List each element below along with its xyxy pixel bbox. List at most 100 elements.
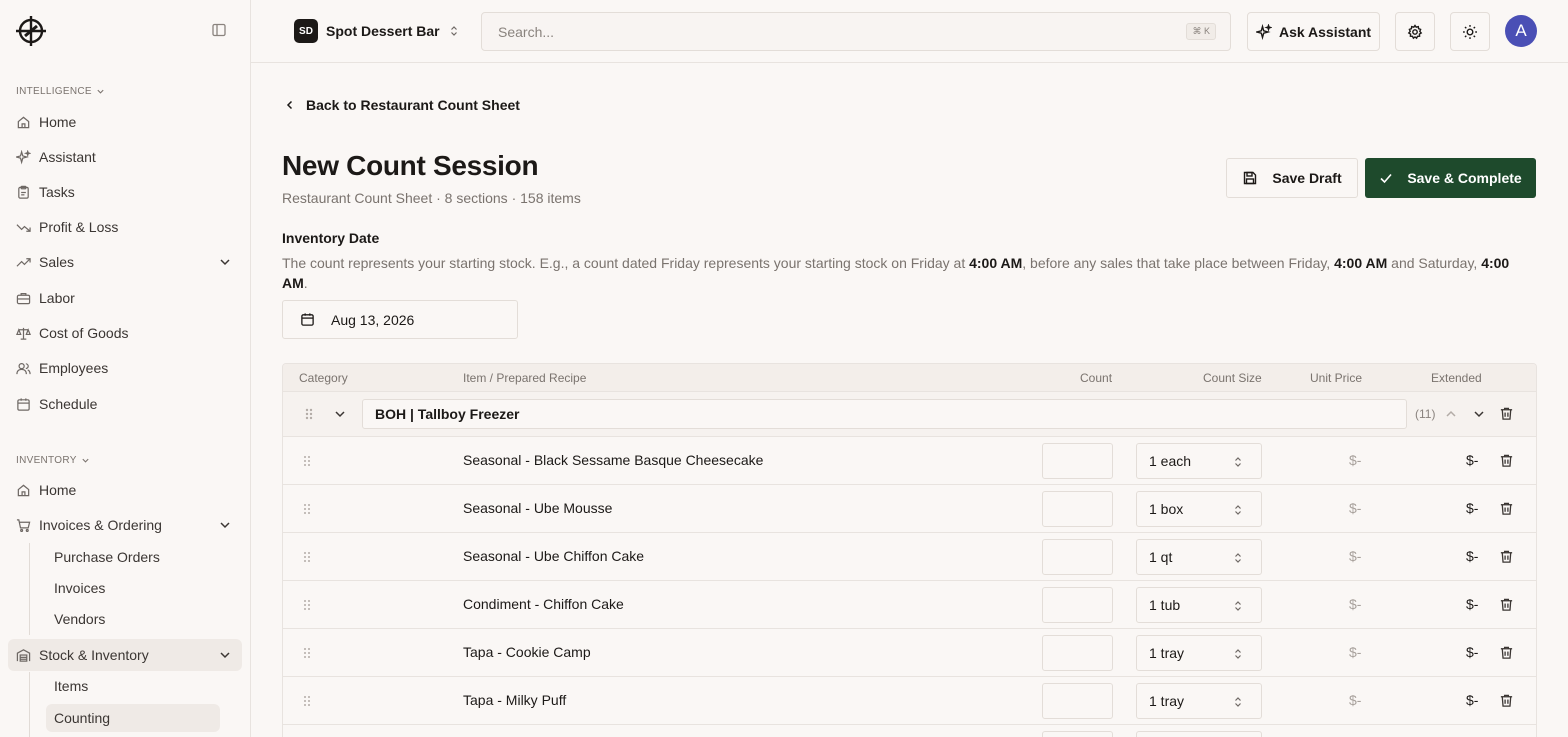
sidebar-subitem-counting[interactable]: Counting <box>46 704 220 732</box>
org-badge: SD <box>294 19 318 43</box>
trash-icon[interactable] <box>1499 453 1513 467</box>
item-name: Tapa - Cookie Camp <box>463 644 591 660</box>
sidebar-item-home[interactable]: Home <box>8 107 242 137</box>
sidebar-item-stock-inventory[interactable]: Stock & Inventory <box>8 639 242 671</box>
sidebar-toggle-icon[interactable] <box>211 22 231 42</box>
extended-value: $- <box>1466 548 1479 564</box>
chevron-down-icon <box>82 458 89 463</box>
trash-icon[interactable] <box>1499 501 1513 515</box>
sidebar-item-sales[interactable]: Sales <box>8 247 242 277</box>
chevron-down-icon[interactable] <box>333 407 347 421</box>
trash-icon[interactable] <box>1499 597 1513 611</box>
drag-handle-icon[interactable] <box>301 550 313 564</box>
unit-price: $- <box>1349 452 1362 468</box>
sidebar-subitem-label: Invoices <box>54 580 106 596</box>
count-size-value: 1 each <box>1149 453 1192 469</box>
back-link[interactable]: Back to Restaurant Count Sheet <box>284 97 520 113</box>
inventory-date-picker[interactable]: Aug 13, 2026 <box>282 300 518 339</box>
table-header: Category Item / Prepared Recipe Count Co… <box>283 364 1536 392</box>
sidebar-item-cost-of-goods[interactable]: Cost of Goods <box>8 318 242 348</box>
inventory-section-label[interactable]: INVENTORY <box>16 455 90 466</box>
home-icon <box>16 115 31 130</box>
sidebar-item-label: Invoices & Ordering <box>39 517 162 533</box>
avatar[interactable]: A <box>1505 15 1537 47</box>
count-size-select[interactable]: 1 qt <box>1136 539 1262 575</box>
trash-icon[interactable] <box>1499 549 1513 563</box>
sidebar-item-tasks[interactable]: Tasks <box>8 177 242 207</box>
trash-icon[interactable] <box>1499 406 1513 420</box>
sidebar-item-label: Cost of Goods <box>39 325 129 341</box>
save-complete-label: Save & Complete <box>1407 170 1522 186</box>
save-complete-button[interactable]: Save & Complete <box>1365 158 1536 198</box>
count-size-select[interactable]: 1 tray <box>1136 635 1262 671</box>
drag-handle-icon[interactable] <box>301 502 313 516</box>
gear-icon <box>1407 23 1423 40</box>
sidebar-item-schedule[interactable]: Schedule <box>8 389 242 419</box>
table-row <box>283 725 1536 737</box>
count-input[interactable] <box>1042 539 1113 575</box>
users-icon <box>16 361 31 376</box>
sidebar-item-label: Profit & Loss <box>39 219 119 235</box>
trash-icon[interactable] <box>1499 693 1513 707</box>
chevron-up-down-icon <box>1232 552 1244 564</box>
cart-icon <box>16 518 31 533</box>
ask-assistant-button[interactable]: Ask Assistant <box>1247 12 1380 51</box>
chevron-down-icon[interactable] <box>1472 407 1486 421</box>
item-name: Tapa - Milky Puff <box>463 692 567 708</box>
logo-icon[interactable] <box>14 14 48 48</box>
submenu-guide-line <box>29 543 30 635</box>
count-size-select[interactable]: 1 tub <box>1136 587 1262 623</box>
count-size-value: 1 tray <box>1149 693 1185 709</box>
sidebar-item-profit-loss[interactable]: Profit & Loss <box>8 212 242 242</box>
chevron-down-icon[interactable] <box>218 648 232 662</box>
sidebar-item-invoices-ordering[interactable]: Invoices & Ordering <box>8 510 242 540</box>
intelligence-section-label[interactable]: INTELLIGENCE <box>16 86 105 97</box>
calendar-icon <box>300 312 315 327</box>
drag-handle-icon[interactable] <box>301 694 313 708</box>
category-group-row: BOH | Tallboy Freezer (11) <box>283 392 1536 437</box>
category-item-count: (11) <box>1415 407 1436 421</box>
drag-handle-icon[interactable] <box>301 646 313 660</box>
search-input[interactable]: Search... ⌘ K <box>481 12 1231 51</box>
sidebar-item-assistant[interactable]: Assistant <box>8 142 242 172</box>
count-size-select[interactable]: 1 tray <box>1136 683 1262 719</box>
sidebar-subitem-items[interactable]: Items <box>46 672 220 700</box>
count-input[interactable] <box>1042 587 1113 623</box>
sidebar-subitem-vendors[interactable]: Vendors <box>46 605 220 633</box>
sidebar-subitem-invoices[interactable]: Invoices <box>46 574 220 602</box>
count-input[interactable] <box>1042 635 1113 671</box>
save-draft-button[interactable]: Save Draft <box>1226 158 1358 198</box>
chevron-up-down-icon <box>1232 504 1244 516</box>
table-row: Condiment - Chiffon Cake 1 tub $- $- <box>283 581 1536 629</box>
table-row: Seasonal - Ube Chiffon Cake 1 qt $- $- <box>283 533 1536 581</box>
sidebar-subitem-label: Items <box>54 678 89 694</box>
count-size-select[interactable]: 1 each <box>1136 443 1262 479</box>
save-draft-label: Save Draft <box>1272 170 1342 186</box>
sidebar-item-labor[interactable]: Labor <box>8 283 242 313</box>
count-size-select[interactable] <box>1136 731 1262 737</box>
theme-toggle-button[interactable] <box>1450 12 1490 51</box>
sidebar-item-employees[interactable]: Employees <box>8 353 242 383</box>
count-input[interactable] <box>1042 491 1113 527</box>
chevron-down-icon[interactable] <box>218 255 232 269</box>
chevron-down-icon[interactable] <box>218 518 232 532</box>
extended-value: $- <box>1466 692 1479 708</box>
sidebar-subitem-purchase-orders[interactable]: Purchase Orders <box>46 543 220 571</box>
chevron-up-icon[interactable] <box>1444 407 1458 421</box>
inventory-date-label: Inventory Date <box>282 230 380 246</box>
unit-price: $- <box>1349 596 1362 612</box>
category-name-input[interactable]: BOH | Tallboy Freezer <box>362 399 1407 429</box>
count-input[interactable] <box>1042 731 1113 737</box>
count-input[interactable] <box>1042 683 1113 719</box>
count-size-select[interactable]: 1 box <box>1136 491 1262 527</box>
org-switcher[interactable]: SD Spot Dessert Bar <box>294 19 460 43</box>
item-name: Seasonal - Black Sessame Basque Cheeseca… <box>463 452 764 468</box>
drag-handle-icon[interactable] <box>303 407 315 421</box>
count-input[interactable] <box>1042 443 1113 479</box>
drag-handle-icon[interactable] <box>301 598 313 612</box>
trash-icon[interactable] <box>1499 645 1513 659</box>
sun-icon <box>1462 24 1478 40</box>
sidebar-item-inventory-home[interactable]: Home <box>8 475 242 505</box>
drag-handle-icon[interactable] <box>301 454 313 468</box>
settings-button[interactable] <box>1395 12 1435 51</box>
